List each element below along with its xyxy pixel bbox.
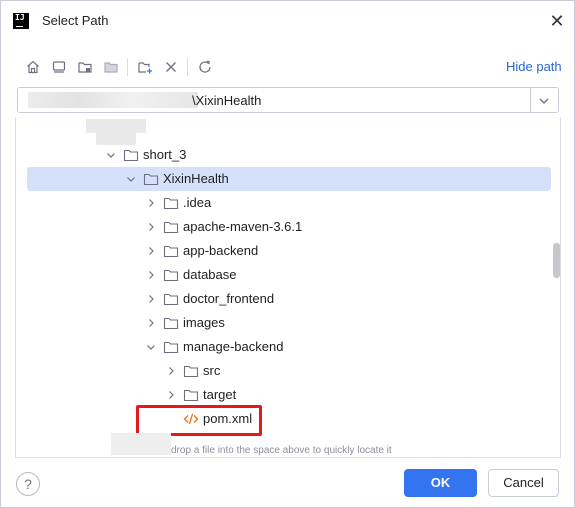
dialog-title: Select Path xyxy=(42,13,109,28)
blurred-row xyxy=(86,119,146,133)
tree-row[interactable]: XixinHealth xyxy=(27,167,551,191)
module-folder-icon[interactable] xyxy=(99,55,123,79)
chevron-down-icon[interactable] xyxy=(145,341,157,353)
tree-row-label: target xyxy=(203,387,237,402)
ok-button[interactable]: OK xyxy=(404,469,477,497)
path-value: \XixinHealth xyxy=(192,93,262,108)
chevron-down-icon[interactable] xyxy=(125,173,137,185)
chevron-right-icon[interactable] xyxy=(145,221,157,233)
chevron-right-icon[interactable] xyxy=(145,269,157,281)
chevron-right-icon[interactable] xyxy=(145,245,157,257)
folder-icon xyxy=(183,363,199,379)
folder-icon xyxy=(163,243,179,259)
chevron-down-icon[interactable] xyxy=(536,93,552,109)
tree-row-label: XixinHealth xyxy=(163,171,229,186)
tree-row-label: apache-maven-3.6.1 xyxy=(183,219,303,234)
tree-row[interactable]: images xyxy=(16,311,560,335)
close-icon[interactable]: ✕ xyxy=(547,11,567,31)
tree-row[interactable]: .idea xyxy=(16,191,560,215)
toolbar-separator xyxy=(187,58,188,76)
highlight-box xyxy=(136,405,262,436)
folder-icon xyxy=(163,267,179,283)
cancel-button[interactable]: Cancel xyxy=(488,469,559,497)
chevron-right-icon[interactable] xyxy=(145,197,157,209)
folder-icon xyxy=(163,219,179,235)
folder-icon xyxy=(143,171,159,187)
home-icon[interactable] xyxy=(21,55,45,79)
blurred-path-prefix xyxy=(28,92,198,108)
combo-separator xyxy=(530,88,531,112)
toolbar-separator xyxy=(127,58,128,76)
tree-row-label: src xyxy=(203,363,221,378)
tree-row[interactable]: pom.xml xyxy=(16,407,560,431)
tree-row-label: images xyxy=(183,315,225,330)
tree-row-label: app-backend xyxy=(183,243,259,258)
intellij-logo-icon: IJ xyxy=(13,13,29,29)
new-folder-icon[interactable] xyxy=(133,55,157,79)
chevron-right-icon[interactable] xyxy=(145,317,157,329)
chevron-down-icon[interactable] xyxy=(105,149,117,161)
tree-row-label: doctor_frontend xyxy=(183,291,275,306)
path-combo-box[interactable]: \XixinHealth xyxy=(17,87,559,113)
chevron-right-icon[interactable] xyxy=(165,389,177,401)
tree-row[interactable]: target xyxy=(16,383,560,407)
blurred-hint-prefix xyxy=(111,433,171,455)
chevron-right-icon[interactable] xyxy=(145,293,157,305)
drop-hint-text: drop a file into the space above to quic… xyxy=(171,445,392,456)
desktop-icon[interactable] xyxy=(47,55,71,79)
hide-path-link[interactable]: Hide path xyxy=(506,59,562,74)
tree-row[interactable]: database xyxy=(16,263,560,287)
tree-row[interactable]: apache-maven-3.6.1 xyxy=(16,215,560,239)
folder-icon xyxy=(123,147,139,163)
project-folder-icon[interactable] xyxy=(73,55,97,79)
tree-row[interactable]: short_3 xyxy=(16,143,560,167)
tree-row-label: short_3 xyxy=(143,147,187,162)
file-tree[interactable]: short_3 XixinHealth .idea apache-maven-3.6.… xyxy=(15,117,561,458)
tree-row[interactable]: app-backend xyxy=(16,239,560,263)
folder-icon xyxy=(163,315,179,331)
vertical-scrollbar[interactable] xyxy=(553,243,560,278)
folder-icon xyxy=(183,387,199,403)
app-logo-text: IJ xyxy=(15,13,25,22)
folder-icon xyxy=(163,291,179,307)
chevron-right-icon[interactable] xyxy=(165,365,177,377)
refresh-icon[interactable] xyxy=(193,55,217,79)
tree-row[interactable]: doctor_frontend xyxy=(16,287,560,311)
delete-icon[interactable] xyxy=(159,55,183,79)
help-icon[interactable]: ? xyxy=(16,472,40,496)
tree-row[interactable]: src xyxy=(16,359,560,383)
folder-icon xyxy=(163,195,179,211)
folder-icon xyxy=(163,339,179,355)
tree-row-label: database xyxy=(183,267,237,282)
title-bar: IJ Select Path ✕ xyxy=(1,1,574,41)
tree-row[interactable]: manage-backend xyxy=(16,335,560,359)
tree-row-label: .idea xyxy=(183,195,212,210)
select-path-dialog: IJ Select Path ✕ Hide path \XixinHealth … xyxy=(0,0,575,508)
tree-row-label: manage-backend xyxy=(183,339,284,354)
